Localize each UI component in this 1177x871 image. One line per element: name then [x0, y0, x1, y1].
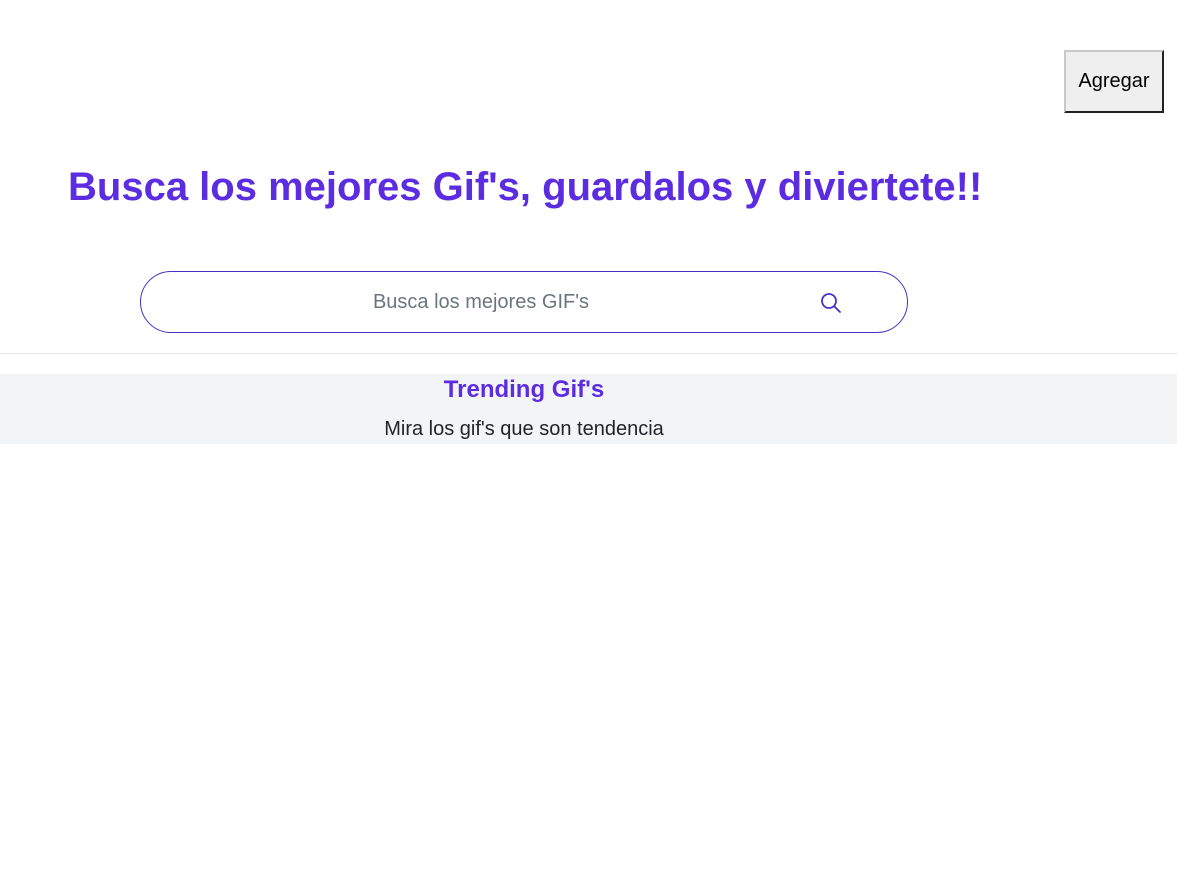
search-input[interactable]: [161, 282, 801, 322]
page: Agregar Busca los mejores Gif's, guardal…: [0, 0, 1177, 871]
page-title: Busca los mejores Gif's, guardalos y div…: [68, 165, 983, 209]
search-icon[interactable]: [819, 291, 843, 315]
search-bar: [140, 271, 908, 333]
add-button[interactable]: Agregar: [1064, 50, 1164, 113]
trending-title: Trending Gif's: [443, 376, 605, 403]
divider: [0, 353, 1177, 354]
trending-subtitle: Mira los gif's que son tendencia: [384, 418, 664, 440]
trending-section: Trending Gif's Mira los gif's que son te…: [0, 374, 1177, 444]
